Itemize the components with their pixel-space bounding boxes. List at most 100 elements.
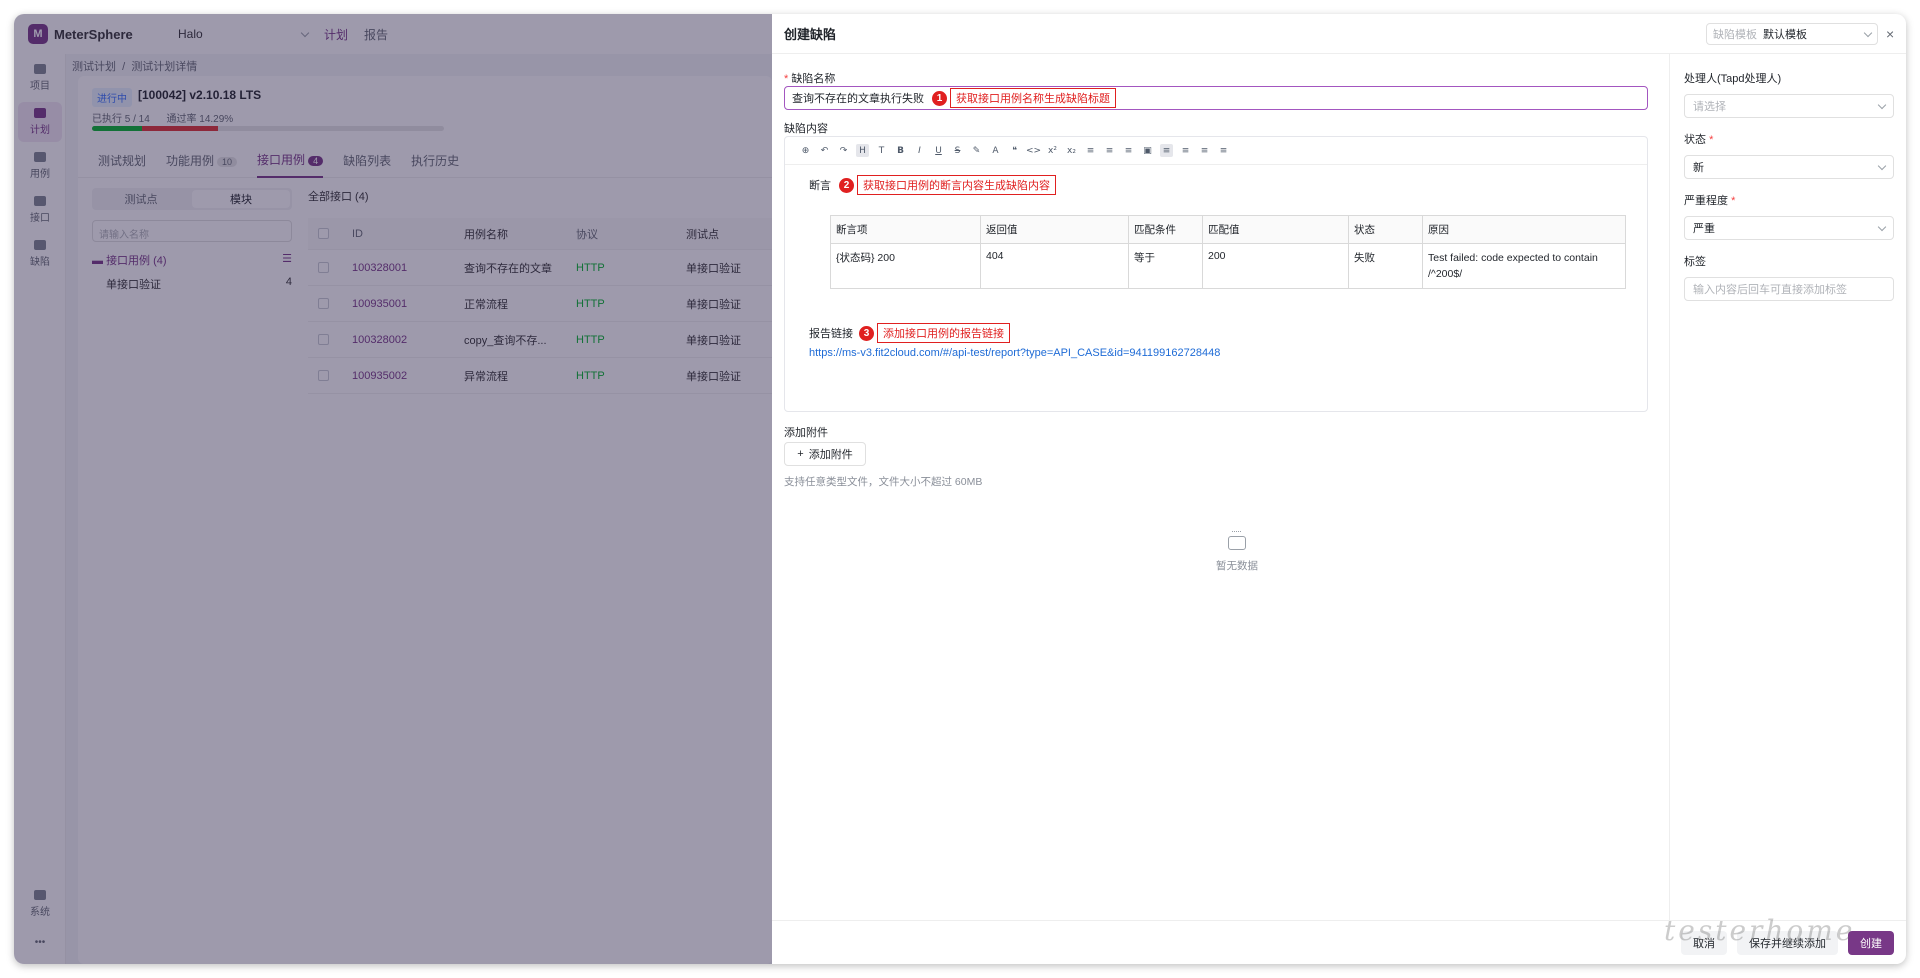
attach-label: 添加附件 [784, 427, 828, 439]
empty-state: 暂无数据 [1192, 531, 1282, 573]
align-right-icon[interactable]: ≡ [1198, 144, 1211, 157]
add-attachment-label: 添加附件 [808, 449, 853, 461]
assert-reason: Test failed: code expected to contain /^… [1422, 243, 1626, 289]
add-attachment-button[interactable]: + 添加附件 [784, 442, 866, 466]
report-label: 报告链接 [809, 328, 853, 340]
rich-text-editor[interactable]: ⊕ ↶ ↷ H T B I U S ✎ A ❝ <> x² x₂ ≡ ≡ ≡ ▣… [784, 136, 1648, 412]
tag-label: 标签 [1684, 256, 1706, 268]
required-mark: * [1731, 195, 1736, 207]
align-justify-icon[interactable]: ≡ [1217, 144, 1230, 157]
severity-value: 严重 [1693, 223, 1715, 235]
callout-3: 3 添加接口用例的报告链接 [859, 323, 1010, 343]
code-icon[interactable]: <> [1026, 144, 1041, 157]
side-divider [1669, 54, 1670, 920]
report-heading: 报告链接 3 添加接口用例的报告链接 [809, 323, 1010, 343]
assert-item: {状态码} 200 [830, 243, 981, 289]
handler-field: 处理人(Tapd处理人) 请选择 [1684, 70, 1894, 118]
chevron-down-icon [1877, 222, 1887, 231]
quote-icon[interactable]: ❝ [1008, 144, 1021, 157]
status-select[interactable]: 新 [1684, 155, 1894, 179]
create-bug-drawer: 创建缺陷 缺陷模板 默认模板 × * 缺陷名称 查询不存在的文章执行失败 1 获… [772, 14, 1906, 964]
template-select[interactable]: 缺陷模板 默认模板 [1706, 23, 1878, 45]
bullet-list-icon[interactable]: ≡ [1084, 144, 1097, 157]
chevron-down-icon [1877, 100, 1887, 109]
bug-name-input[interactable]: 查询不存在的文章执行失败 1 获取接口用例名称生成缺陷标题 [784, 86, 1648, 110]
assert-table-header: 断言项 返回值 匹配条件 匹配值 状态 原因 [830, 215, 1626, 244]
watermark: testerhome [1664, 914, 1856, 947]
bug-name-label: * 缺陷名称 [784, 70, 835, 86]
empty-text: 暂无数据 [1216, 560, 1258, 572]
callout-number: 2 [839, 177, 854, 193]
callout-number: 1 [932, 90, 947, 106]
severity-label: 严重程度 * [1684, 192, 1894, 208]
highlight-icon[interactable]: ✎ [970, 144, 983, 157]
italic-icon[interactable]: I [913, 144, 926, 157]
callout-number: 3 [859, 325, 874, 341]
required-mark: * [1709, 134, 1714, 146]
callout-2: 2 获取接口用例的断言内容生成缺陷内容 [839, 175, 1056, 195]
editor-toolbar: ⊕ ↶ ↷ H T B I U S ✎ A ❝ <> x² x₂ ≡ ≡ ≡ ▣… [785, 137, 1647, 165]
template-value: 默认模板 [1763, 29, 1807, 41]
assert-label: 断言 [809, 180, 831, 192]
th-return: 返回值 [980, 215, 1129, 244]
bug-name-value: 查询不存在的文章执行失败 [792, 93, 924, 105]
font-color-icon[interactable]: A [989, 144, 1002, 157]
chevron-down-icon [1863, 28, 1873, 37]
severity-select[interactable]: 严重 [1684, 216, 1894, 240]
assert-status: 失败 [1348, 243, 1423, 289]
handler-placeholder: 请选择 [1693, 101, 1726, 113]
callout-text: 添加接口用例的报告链接 [877, 323, 1010, 343]
drawer-title: 创建缺陷 [784, 27, 837, 42]
callout-text: 获取接口用例的断言内容生成缺陷内容 [857, 175, 1056, 195]
bug-content-label: 缺陷内容 [784, 123, 828, 135]
align-left-icon[interactable]: ≡ [1160, 144, 1173, 157]
assert-row: {状态码} 200 404 等于 200 失败 Test failed: cod… [830, 243, 1626, 289]
th-reason: 原因 [1422, 215, 1626, 244]
report-link[interactable]: https://ms-v3.fit2cloud.com/#/api-test/r… [809, 347, 1220, 359]
code-block-icon[interactable]: ▣ [1141, 144, 1154, 157]
th-match: 匹配值 [1202, 215, 1349, 244]
assert-return: 404 [980, 243, 1129, 289]
plus-icon: + [797, 448, 804, 460]
modal-overlay[interactable] [14, 14, 772, 964]
align-center-icon[interactable]: ≡ [1179, 144, 1192, 157]
tag-input[interactable]: 输入内容后回车可直接添加标签 [1684, 277, 1894, 301]
tag-field: 标签 输入内容后回车可直接添加标签 [1684, 253, 1894, 301]
status-field: 状态 * 新 [1684, 131, 1894, 179]
assert-match: 200 [1202, 243, 1349, 289]
th-status: 状态 [1348, 215, 1423, 244]
undo-icon[interactable]: ↶ [818, 144, 831, 157]
callout-1: 1 获取接口用例名称生成缺陷标题 [932, 88, 1116, 108]
chevron-down-icon [1877, 161, 1887, 170]
bold-icon[interactable]: B [894, 144, 907, 157]
handler-select[interactable]: 请选择 [1684, 94, 1894, 118]
task-list-icon[interactable]: ≡ [1122, 144, 1135, 157]
redo-icon[interactable]: ↷ [837, 144, 850, 157]
text-size-icon[interactable]: T [875, 144, 888, 157]
assert-condition: 等于 [1128, 243, 1203, 289]
status-label-text: 状态 [1684, 134, 1706, 146]
tag-placeholder: 输入内容后回车可直接添加标签 [1693, 284, 1847, 296]
bug-name-label-text: 缺陷名称 [791, 73, 836, 85]
subscript-icon[interactable]: x₂ [1065, 144, 1078, 157]
attach-hint: 支持任意类型文件，文件大小不超过 60MB [784, 476, 983, 488]
underline-icon[interactable]: U [932, 144, 945, 157]
status-value: 新 [1693, 162, 1704, 174]
ordered-list-icon[interactable]: ≡ [1103, 144, 1116, 157]
heading-icon[interactable]: H [856, 144, 869, 157]
severity-label-text: 严重程度 [1684, 195, 1728, 207]
status-label: 状态 * [1684, 131, 1894, 147]
drawer-header: 创建缺陷 缺陷模板 默认模板 × [772, 14, 1906, 54]
required-mark: * [784, 73, 789, 85]
empty-box-icon [1228, 531, 1246, 550]
th-condition: 匹配条件 [1128, 215, 1203, 244]
handler-label: 处理人(Tapd处理人) [1684, 73, 1782, 85]
app-window: M MeterSphere Halo 计划 报告 项目 计划 用例 接口 缺陷 … [14, 14, 1906, 964]
th-assert-item: 断言项 [830, 215, 981, 244]
severity-field: 严重程度 * 严重 [1684, 192, 1894, 240]
superscript-icon[interactable]: x² [1046, 144, 1059, 157]
strikethrough-icon[interactable]: S [951, 144, 964, 157]
insert-icon[interactable]: ⊕ [799, 144, 812, 157]
template-label: 缺陷模板 [1713, 29, 1757, 41]
close-icon[interactable]: × [1886, 26, 1894, 42]
